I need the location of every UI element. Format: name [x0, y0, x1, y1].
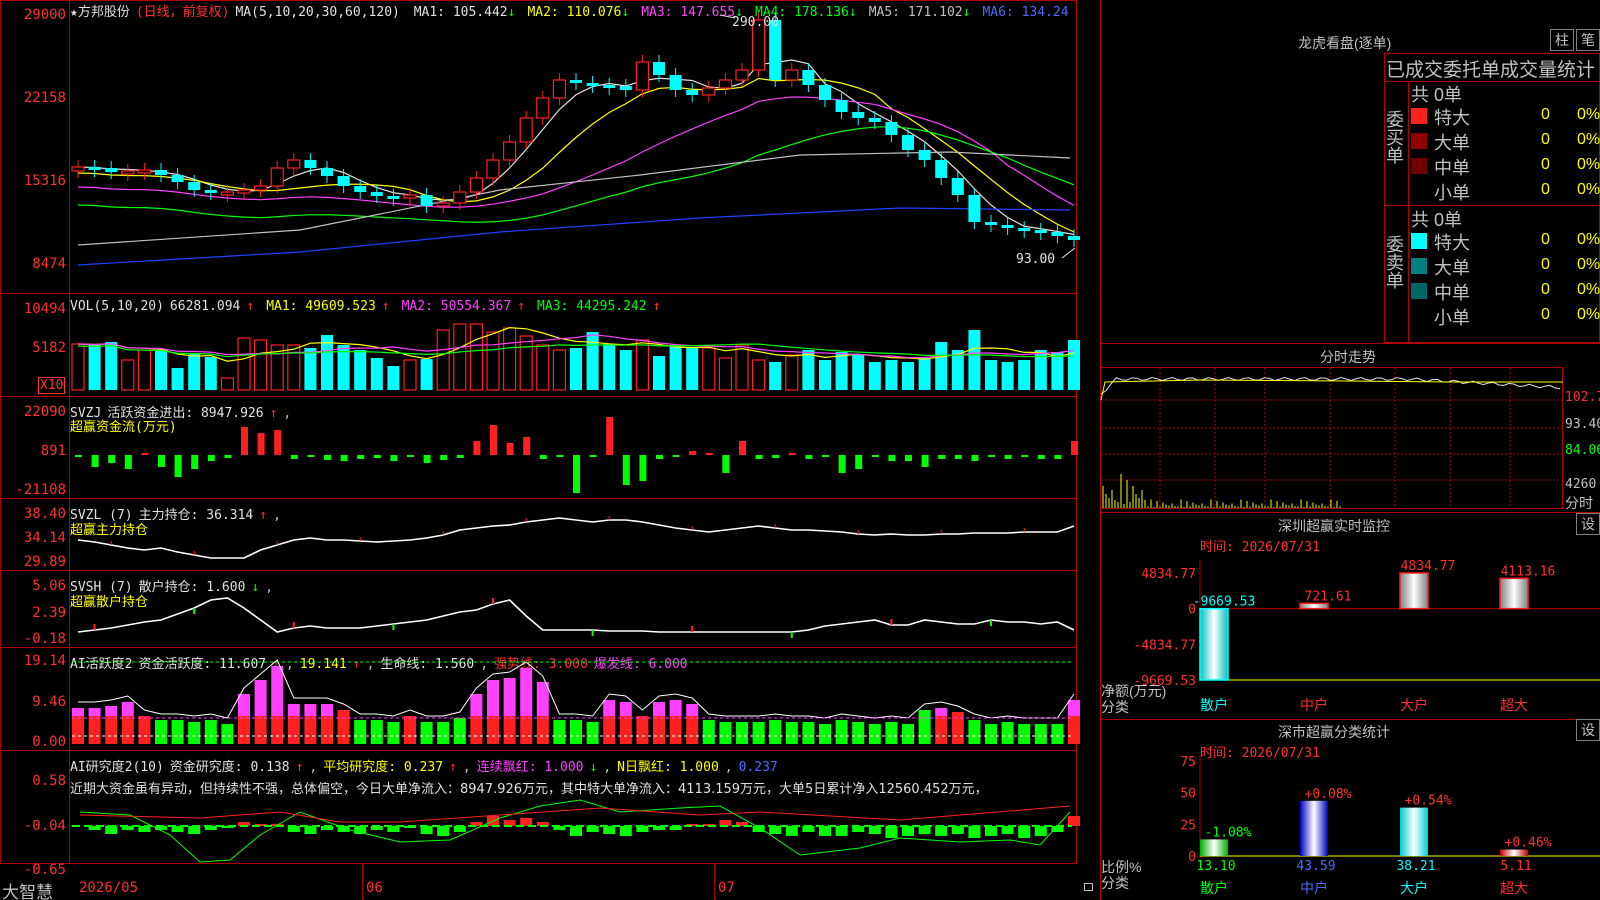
stats-axis-1: 50: [1180, 787, 1196, 802]
stats-value-3: 5.11: [1500, 859, 1531, 874]
stats-xlabel: 分类: [1101, 875, 1129, 891]
stats-value-0: 13.10: [1196, 859, 1235, 874]
stats-axis-3: 0: [1188, 850, 1196, 865]
stats-category-1: 中户: [1300, 880, 1328, 896]
stats-change-0: -1.08%: [1205, 825, 1252, 840]
stats-axis-0: 75: [1180, 755, 1196, 770]
stats-change-2: +0.54%: [1405, 794, 1452, 809]
ratio-chart[interactable]: 75 50 25 0 -1.08% 13.10 散户 +0.08% 43.59 中户 +0.54% 3…: [0, 0, 1600, 900]
stats-value-2: 38.21: [1396, 859, 1435, 874]
stats-axis-2: 25: [1180, 818, 1196, 833]
stats-bar-1: [1300, 800, 1328, 856]
stats-value-1: 43.59: [1296, 859, 1335, 874]
stats-change-3: +0.46%: [1505, 836, 1552, 851]
stats-change-1: +0.08%: [1305, 787, 1352, 802]
stats-bar-2: [1400, 807, 1428, 856]
stats-category-0: 散户: [1200, 880, 1228, 896]
stats-bar-0: [1200, 839, 1228, 856]
stats-category-2: 大户: [1400, 880, 1428, 896]
stats-category-3: 超大: [1500, 880, 1528, 896]
